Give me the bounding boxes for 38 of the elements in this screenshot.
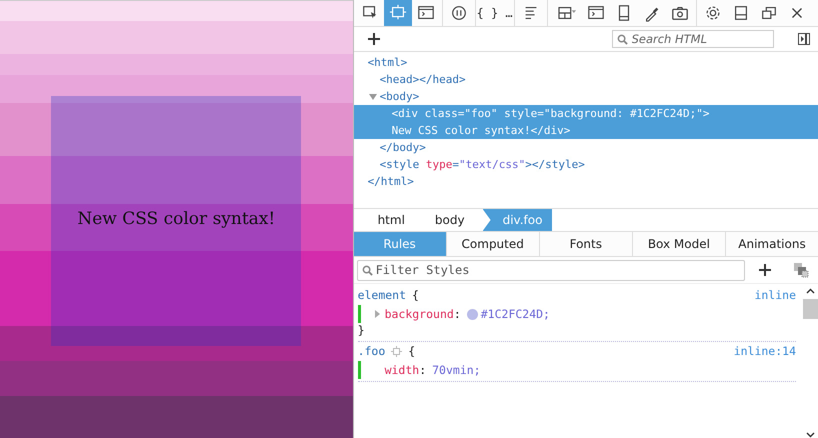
- breadcrumb[interactable]: html: [366, 209, 423, 231]
- markup-tag[interactable]: <html>: [368, 56, 408, 69]
- property-name: width: [384, 363, 420, 377]
- closing-brace: }: [358, 323, 364, 337]
- markup-tag[interactable]: <style type="text/css"></style>: [380, 158, 585, 171]
- colon: :: [454, 307, 461, 321]
- opening-brace: {: [412, 288, 419, 302]
- colon: :: [419, 363, 426, 377]
- rule-selector: .foo: [358, 344, 386, 358]
- breadcrumb[interactable]: body: [422, 209, 483, 231]
- markup-closing-tag: </html>: [368, 175, 414, 188]
- color-swatch[interactable]: [466, 308, 478, 320]
- scratchpad-button[interactable]: { } …: [478, 0, 512, 26]
- property-name: background: [384, 307, 454, 321]
- search-icon: [616, 34, 628, 44]
- property-value: #1C2FC24D;: [480, 307, 550, 321]
- plus-icon: [368, 33, 380, 45]
- rule-selector: element: [358, 288, 406, 302]
- box-text: New CSS color syntax!: [77, 209, 276, 229]
- rule-source-link[interactable]: inline: [754, 288, 796, 302]
- scrollbar-thumb[interactable]: [802, 299, 818, 319]
- plus-icon: [758, 264, 771, 276]
- sidebar-tab[interactable]: Rules: [354, 232, 447, 256]
- filter-field[interactable]: Filter Styles: [356, 260, 745, 280]
- search-icon: [362, 264, 373, 276]
- property-value: 70vmin;: [432, 363, 481, 377]
- markup-tag[interactable]: <head></head>: [380, 73, 466, 86]
- stacked-squares-icon: [792, 262, 809, 278]
- toggle-sidebar-button[interactable]: [798, 33, 810, 45]
- scroll-down-icon[interactable]: [806, 432, 814, 438]
- markup-tag[interactable]: <body>: [380, 90, 420, 103]
- markup-node[interactable]: <div class="foo" style="background: #1C2FC24D;"> New CSS color syntax!</div>: [354, 105, 818, 139]
- markup-closing-tag: </body>: [380, 141, 426, 154]
- opening-brace: {: [408, 344, 416, 358]
- scroll-up-icon[interactable]: [806, 288, 814, 294]
- rule-source-link[interactable]: inline:14: [734, 344, 796, 358]
- search-field[interactable]: Search HTML: [612, 30, 774, 48]
- breadcrumb[interactable]: div.foo: [482, 209, 552, 231]
